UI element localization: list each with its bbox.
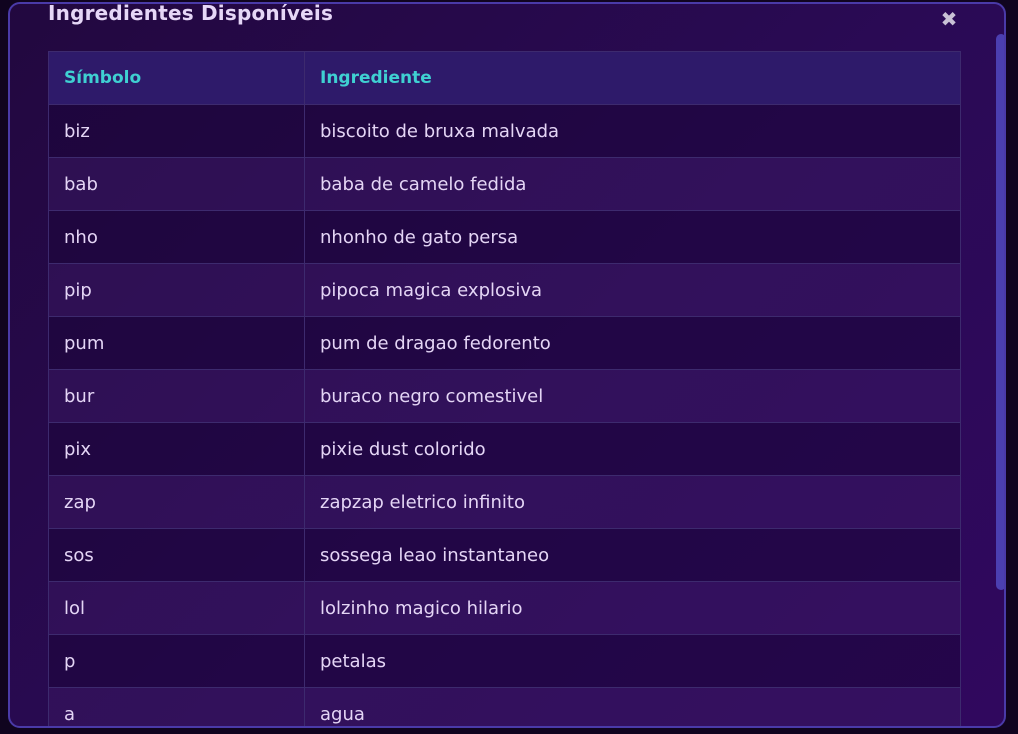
symbol-cell: p (48, 634, 305, 688)
table-row: bab baba de camelo fedida (48, 157, 961, 211)
table-row: pix pixie dust colorido (48, 422, 961, 476)
symbol-cell: bur (48, 369, 305, 423)
ingredient-cell: zapzap eletrico infinito (304, 475, 961, 529)
symbol-cell: zap (48, 475, 305, 529)
table-row: nho nhonho de gato persa (48, 210, 961, 264)
table-body: biz biscoito de bruxa malvada bab baba d… (48, 104, 961, 726)
ingredient-cell: agua (304, 687, 961, 726)
ingredients-table: Símbolo Ingrediente biz biscoito de brux… (48, 51, 961, 726)
ingredient-cell: baba de camelo fedida (304, 157, 961, 211)
ingredient-cell: biscoito de bruxa malvada (304, 104, 961, 158)
column-header-symbol: Símbolo (48, 51, 305, 105)
ingredient-cell: pixie dust colorido (304, 422, 961, 476)
table-row: biz biscoito de bruxa malvada (48, 104, 961, 158)
symbol-cell: biz (48, 104, 305, 158)
table-row: lol lolzinho magico hilario (48, 581, 961, 635)
ingredient-cell: pum de dragao fedorento (304, 316, 961, 370)
symbol-cell: nho (48, 210, 305, 264)
ingredient-cell: lolzinho magico hilario (304, 581, 961, 635)
column-header-ingredient: Ingrediente (304, 51, 961, 105)
table-row: pum pum de dragao fedorento (48, 316, 961, 370)
ingredient-cell: pipoca magica explosiva (304, 263, 961, 317)
close-icon[interactable]: ✖ (938, 8, 960, 30)
ingredients-table-container: Símbolo Ingrediente biz biscoito de brux… (48, 51, 961, 726)
ingredient-cell: buraco negro comestivel (304, 369, 961, 423)
table-row: pip pipoca magica explosiva (48, 263, 961, 317)
scrollbar-thumb[interactable] (996, 34, 1004, 590)
vertical-scrollbar[interactable] (996, 32, 1004, 722)
symbol-cell: pum (48, 316, 305, 370)
modal-title: Ingredientes Disponíveis (48, 2, 334, 25)
ingredient-cell: petalas (304, 634, 961, 688)
table-row: sos sossega leao instantaneo (48, 528, 961, 582)
table-row: zap zapzap eletrico infinito (48, 475, 961, 529)
ingredients-modal: Ingredientes Disponíveis ✖ Símbolo Ingre… (8, 2, 1006, 728)
symbol-cell: a (48, 687, 305, 726)
symbol-cell: sos (48, 528, 305, 582)
symbol-cell: pix (48, 422, 305, 476)
table-row: a agua (48, 687, 961, 726)
ingredient-cell: sossega leao instantaneo (304, 528, 961, 582)
symbol-cell: bab (48, 157, 305, 211)
symbol-cell: pip (48, 263, 305, 317)
table-row: bur buraco negro comestivel (48, 369, 961, 423)
table-header-row: Símbolo Ingrediente (48, 51, 961, 105)
table-row: p petalas (48, 634, 961, 688)
ingredient-cell: nhonho de gato persa (304, 210, 961, 264)
symbol-cell: lol (48, 581, 305, 635)
